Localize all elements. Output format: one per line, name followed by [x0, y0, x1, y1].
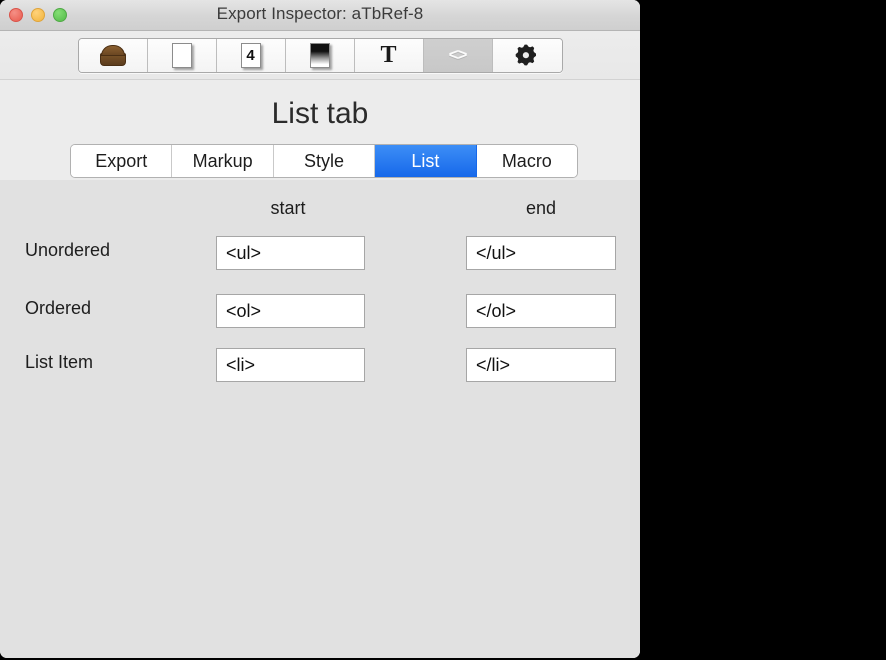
- chest-icon: [99, 44, 126, 66]
- unordered-end-field[interactable]: </ul>: [466, 236, 616, 270]
- toolbar-page-number-segment[interactable]: 4: [216, 38, 286, 72]
- window-title: Export Inspector: aTbRef-8: [216, 4, 424, 23]
- toolbar-code-segment[interactable]: <>: [423, 38, 493, 72]
- window-titlebar: Export Inspector: aTbRef-8: [0, 0, 640, 31]
- ordered-start-field[interactable]: <ol>: [216, 294, 365, 328]
- page-number-icon: 4: [240, 42, 261, 68]
- toolbar-text-segment[interactable]: T: [354, 38, 424, 72]
- list-item-end-field[interactable]: </li>: [466, 348, 616, 382]
- row-label-unordered: Unordered: [25, 240, 111, 260]
- page-icon: [171, 42, 192, 68]
- tab-bar: Export Markup Style List Macro: [70, 144, 578, 178]
- toolbar-page-segment[interactable]: [147, 38, 217, 72]
- code-icon: <>: [448, 45, 468, 64]
- gear-icon: [515, 43, 539, 67]
- list-item-start-field[interactable]: <li>: [216, 348, 365, 382]
- table-row: Unordered <ul> </ul>: [0, 236, 640, 270]
- toolbar-gear-segment[interactable]: [492, 38, 562, 72]
- toolbar-segmented-control: 4 T <>: [77, 37, 563, 73]
- pane-header: List tab Export Markup Style List Macro: [0, 80, 640, 180]
- ordered-end-field[interactable]: </ol>: [466, 294, 616, 328]
- toolbar: 4 T <>: [0, 31, 640, 80]
- row-label-list-item: List Item: [25, 352, 94, 372]
- text-icon: T: [380, 42, 397, 68]
- table-row: Ordered <ol> </ol>: [0, 294, 640, 328]
- row-label-ordered: Ordered: [25, 298, 92, 318]
- unordered-start-field[interactable]: <ul>: [216, 236, 365, 270]
- page-title: List tab: [271, 97, 369, 130]
- tab-macro[interactable]: Macro: [476, 145, 577, 177]
- table-row: List Item <li> </li>: [0, 348, 640, 382]
- page-gradient-icon: [309, 42, 330, 68]
- column-header-end: end: [525, 198, 557, 218]
- pane-content: start end Unordered <ul> </ul> Ordered <…: [0, 180, 640, 658]
- toolbar-page-gradient-segment[interactable]: [285, 38, 355, 72]
- column-header-start: start: [270, 198, 306, 218]
- toolbar-chest-segment[interactable]: [78, 38, 148, 72]
- tab-export[interactable]: Export: [71, 145, 173, 177]
- tab-markup[interactable]: Markup: [172, 145, 274, 177]
- inspector-window: Export Inspector: aTbRef-8 4 T <> List t…: [0, 0, 640, 658]
- tab-list[interactable]: List: [375, 145, 477, 177]
- tab-style[interactable]: Style: [273, 145, 376, 177]
